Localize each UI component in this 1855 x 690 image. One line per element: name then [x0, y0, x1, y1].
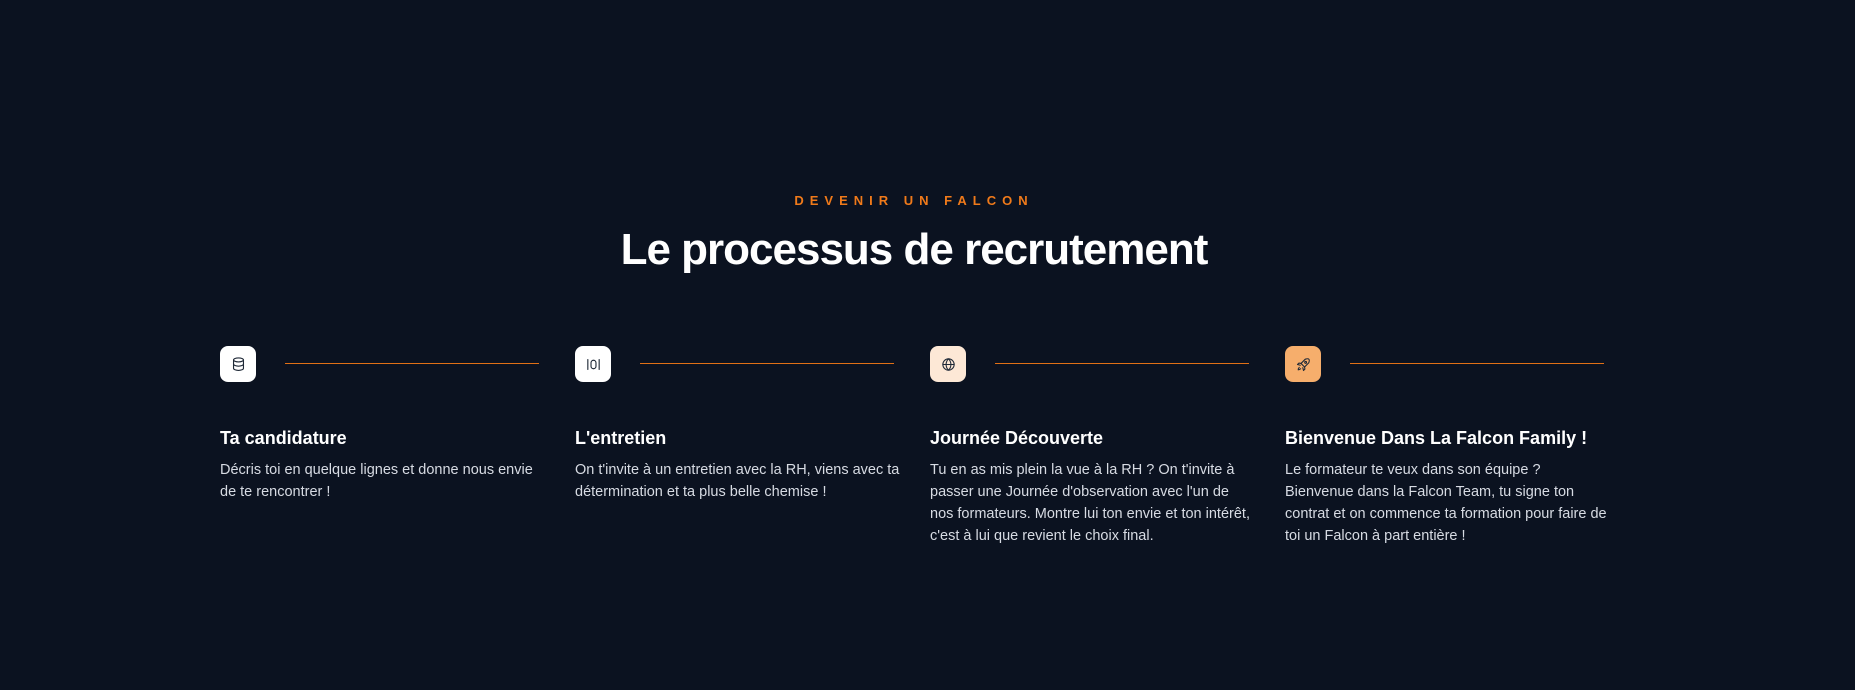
- step-connector-line: [285, 363, 539, 364]
- section-eyebrow: DEVENIR UN FALCON: [794, 193, 1034, 208]
- step-discovery-day: Journée Découverte Tu en as mis plein la…: [930, 346, 1285, 556]
- section-title: Le processus de recrutement: [620, 225, 1209, 274]
- step-welcome: Bienvenue Dans La Falcon Family ! Le for…: [1285, 346, 1640, 556]
- step-header: [1285, 346, 1640, 382]
- process-steps: Ta candidature Décris toi en quelque lig…: [220, 346, 1644, 556]
- step-application: Ta candidature Décris toi en quelque lig…: [220, 346, 575, 556]
- step-connector-line: [995, 363, 1249, 364]
- step-header: [930, 346, 1285, 382]
- step-description: On t'invite à un entretien avec la RH, v…: [575, 462, 900, 500]
- brackets-icon: [575, 346, 611, 382]
- step-connector-line: [640, 363, 894, 364]
- step-interview: L'entretien On t'invite à un entretien a…: [575, 346, 930, 556]
- step-connector-line: [1350, 363, 1604, 364]
- recruitment-process-section: DEVENIR UN FALCON Le processus de recrut…: [0, 0, 1855, 690]
- step-description: Tu en as mis plein la vue à la RH ? On t…: [930, 462, 1250, 544]
- rocket-icon: [1285, 346, 1321, 382]
- step-title: L'entretien: [575, 428, 667, 448]
- step-title: Bienvenue Dans La Falcon Family !: [1285, 428, 1588, 448]
- step-header: [575, 346, 930, 382]
- step-description: Le formateur te veux dans son équipe ? B…: [1285, 462, 1607, 544]
- database-icon: [220, 346, 256, 382]
- globe-icon: [930, 346, 966, 382]
- step-description: Décris toi en quelque lignes et donne no…: [220, 462, 533, 500]
- step-header: [220, 346, 575, 382]
- step-title: Journée Découverte: [930, 428, 1104, 448]
- step-title: Ta candidature: [220, 428, 347, 448]
